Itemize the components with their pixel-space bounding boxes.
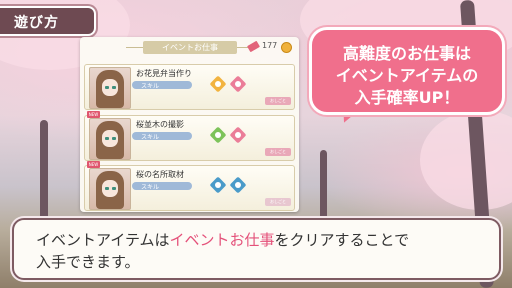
tutorial-line-2: 入手できます。 (36, 253, 140, 271)
skill-icon (209, 176, 227, 194)
page-title-tab: 遊び方 (0, 6, 96, 36)
job-start-button[interactable]: おしごと (265, 198, 291, 206)
tutorial-text-box[interactable]: イベントアイテムはイベントお仕事をクリアすることで 入手できます。 (12, 218, 501, 280)
speech-bubble: 高難度のお仕事は イベントアイテムの 入手確率UP！ (309, 27, 505, 115)
job-start-button[interactable]: おしごと (265, 148, 291, 156)
panel-header: イベントお仕事 177 (80, 37, 299, 57)
coin-icon (281, 42, 292, 53)
bubble-line-1: 高難度のお仕事は (342, 44, 471, 63)
tutorial-text: をクリアすることで (274, 231, 410, 249)
skill-icon (209, 75, 227, 93)
avatar (89, 67, 131, 109)
skill-label: スキル (141, 83, 160, 90)
job-title: お花見弁当作り (136, 69, 192, 78)
job-title: 桜の名所取材 (136, 170, 184, 179)
skill-bar: スキル (132, 81, 192, 90)
tutorial-line-1: イベントアイテムはイベントお仕事をクリアすることで (36, 229, 409, 250)
skill-icon (229, 75, 247, 93)
job-item[interactable]: NEW 桜の名所取材 スキル おしごと (84, 161, 295, 211)
job-item[interactable]: お花見弁当作り スキル おしごと (84, 64, 295, 110)
skill-label: スキル (141, 184, 160, 191)
blossom-cluster (420, 110, 512, 210)
skill-label: スキル (141, 134, 160, 141)
skill-row: スキル (132, 75, 282, 93)
avatar (89, 168, 131, 210)
new-badge: NEW (87, 111, 100, 118)
skill-row: スキル (132, 176, 282, 194)
skill-icon (229, 176, 247, 194)
panel-header-label: イベントお仕事 (143, 41, 237, 54)
skill-icon (209, 126, 227, 144)
tutorial-highlight: イベントお仕事 (169, 231, 275, 249)
job-title: 桜並木の撮影 (136, 120, 184, 129)
job-start-button[interactable]: おしごと (265, 97, 291, 105)
job-item[interactable]: NEW 桜並木の撮影 スキル おしごと (84, 111, 295, 161)
page-title: 遊び方 (14, 15, 59, 31)
event-job-panel: イベントお仕事 177 お花見弁当作り スキル おしごと NEW 桜並木の撮影 … (80, 37, 299, 212)
skill-bar: スキル (132, 132, 192, 141)
skill-bar: スキル (132, 182, 192, 191)
skill-icon (229, 126, 247, 144)
coin-count: 177 (262, 41, 278, 50)
skill-row: スキル (132, 126, 282, 144)
avatar (89, 118, 131, 160)
bubble-line-3: 入手確率UP！ (354, 88, 460, 107)
ticket-icon (246, 40, 261, 53)
tutorial-text: イベントアイテムは (36, 231, 170, 249)
bubble-line-2: イベントアイテムの (335, 66, 479, 85)
new-badge: NEW (87, 161, 100, 168)
